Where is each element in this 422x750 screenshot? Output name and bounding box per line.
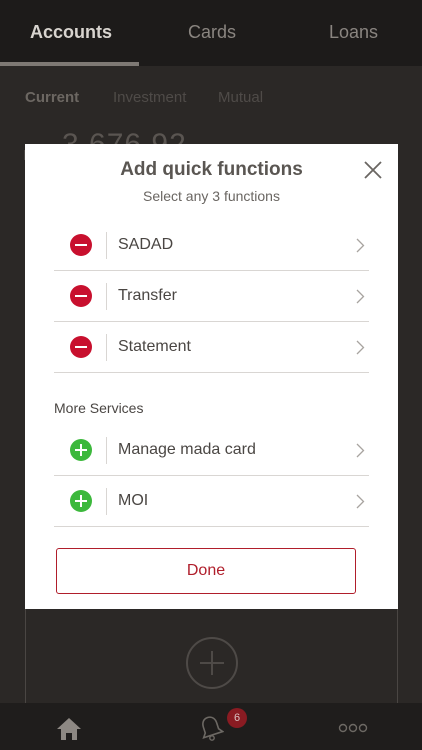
quick-functions-modal: Add quick functions Select any 3 functio… bbox=[25, 144, 398, 609]
add-icon[interactable] bbox=[70, 490, 92, 512]
quick-function-label: Statement bbox=[118, 338, 191, 355]
active-tab-indicator bbox=[0, 62, 139, 66]
quick-function-label: SADAD bbox=[118, 236, 174, 253]
subtab-investment[interactable]: Investment bbox=[113, 89, 186, 106]
modal-title: Add quick functions bbox=[120, 159, 303, 180]
close-icon[interactable] bbox=[361, 158, 385, 182]
row-separator bbox=[106, 232, 107, 259]
row-separator bbox=[106, 437, 107, 464]
remove-icon[interactable] bbox=[70, 285, 92, 307]
tab-accounts[interactable]: Accounts bbox=[30, 22, 112, 43]
subtab-current[interactable]: Current bbox=[25, 89, 79, 106]
modal-subtitle: Select any 3 functions bbox=[143, 188, 280, 204]
add-icon[interactable] bbox=[70, 439, 92, 461]
remove-icon[interactable] bbox=[70, 336, 92, 358]
bell-icon[interactable] bbox=[198, 714, 224, 742]
notification-badge: 6 bbox=[227, 708, 247, 728]
done-button[interactable]: Done bbox=[56, 548, 356, 594]
quick-function-label: Transfer bbox=[118, 287, 177, 304]
row-separator bbox=[106, 334, 107, 361]
more-service-label: Manage mada card bbox=[118, 441, 256, 458]
more-service-manage-mada-card[interactable]: Manage mada card bbox=[54, 425, 369, 476]
more-icon[interactable] bbox=[338, 722, 368, 734]
chevron-right-icon bbox=[356, 238, 365, 253]
tab-loans[interactable]: Loans bbox=[329, 22, 378, 43]
chevron-right-icon bbox=[356, 340, 365, 355]
add-function-icon[interactable] bbox=[186, 637, 238, 689]
home-icon[interactable] bbox=[55, 716, 83, 742]
tab-cards[interactable]: Cards bbox=[188, 22, 236, 43]
remove-icon[interactable] bbox=[70, 234, 92, 256]
more-services-heading: More Services bbox=[54, 400, 144, 416]
top-tab-bar: Accounts Cards Loans bbox=[0, 0, 422, 66]
more-service-moi[interactable]: MOI bbox=[54, 476, 369, 527]
row-separator bbox=[106, 488, 107, 515]
quick-function-transfer[interactable]: Transfer bbox=[54, 271, 369, 322]
chevron-right-icon bbox=[356, 443, 365, 458]
subtab-mutual[interactable]: Mutual bbox=[218, 89, 263, 106]
quick-function-statement[interactable]: Statement bbox=[54, 322, 369, 373]
chevron-right-icon bbox=[356, 494, 365, 509]
row-separator bbox=[106, 283, 107, 310]
more-service-label: MOI bbox=[118, 492, 149, 509]
chevron-right-icon bbox=[356, 289, 365, 304]
quick-function-sadad[interactable]: SADAD bbox=[54, 220, 369, 271]
